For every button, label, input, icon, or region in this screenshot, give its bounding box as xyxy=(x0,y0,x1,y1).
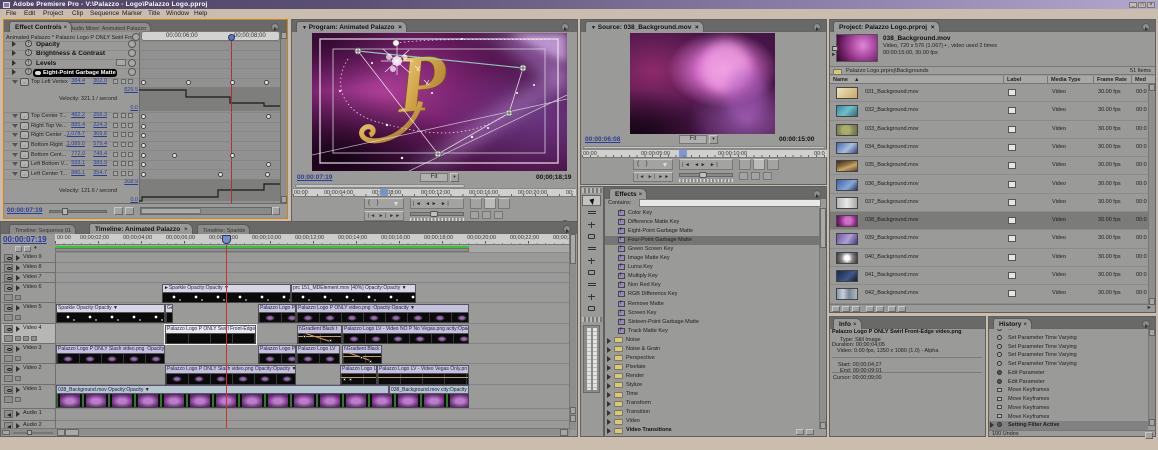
svg-text:P: P xyxy=(392,36,450,130)
